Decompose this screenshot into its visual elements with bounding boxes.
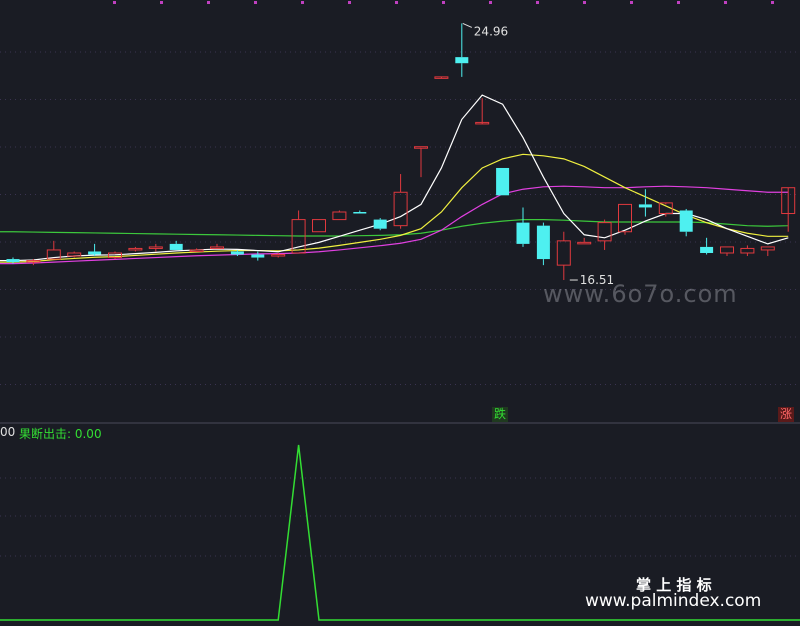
candle-body-down <box>536 225 550 260</box>
top-dot <box>254 1 257 4</box>
candle-body-down <box>251 254 265 258</box>
candle-body-down <box>679 210 693 232</box>
annotation-high-label: 24.96 <box>474 24 508 38</box>
fall-tag: 跌 <box>492 407 509 422</box>
top-dot <box>113 1 116 4</box>
candle-body-down <box>6 259 20 263</box>
top-dot <box>583 1 586 4</box>
watermark-mid: www.6o7o.com <box>543 280 738 308</box>
top-dot <box>395 1 398 4</box>
top-dot <box>630 1 633 4</box>
candle-body-down <box>700 246 714 253</box>
candle-body-down <box>496 167 510 196</box>
top-dot <box>348 1 351 4</box>
indicator-label: 果断出击: 0.00 <box>19 427 102 441</box>
watermark-brand-url: www.palmindex.com <box>585 591 762 611</box>
candle-body-down <box>88 251 102 255</box>
candle-body-down <box>353 212 367 214</box>
top-dot <box>442 1 445 4</box>
top-dot <box>207 1 210 4</box>
chart-background <box>0 0 800 626</box>
candle-body-down <box>455 57 469 64</box>
top-dot <box>160 1 163 4</box>
candle-body-down <box>516 222 530 244</box>
top-dot <box>301 1 304 4</box>
top-dot <box>489 1 492 4</box>
top-dot <box>677 1 680 4</box>
indicator-prefix: 00 <box>0 425 16 439</box>
candle-body-down <box>230 251 244 255</box>
top-dot <box>771 1 774 4</box>
rise-tag: 涨 <box>778 407 795 422</box>
chart-canvas: 24.9616.51 <box>0 0 800 626</box>
top-dot <box>724 1 727 4</box>
candle-body-down <box>638 204 652 208</box>
candle-body-down <box>169 243 183 250</box>
candle-body-down <box>373 219 387 229</box>
top-dot <box>536 1 539 4</box>
